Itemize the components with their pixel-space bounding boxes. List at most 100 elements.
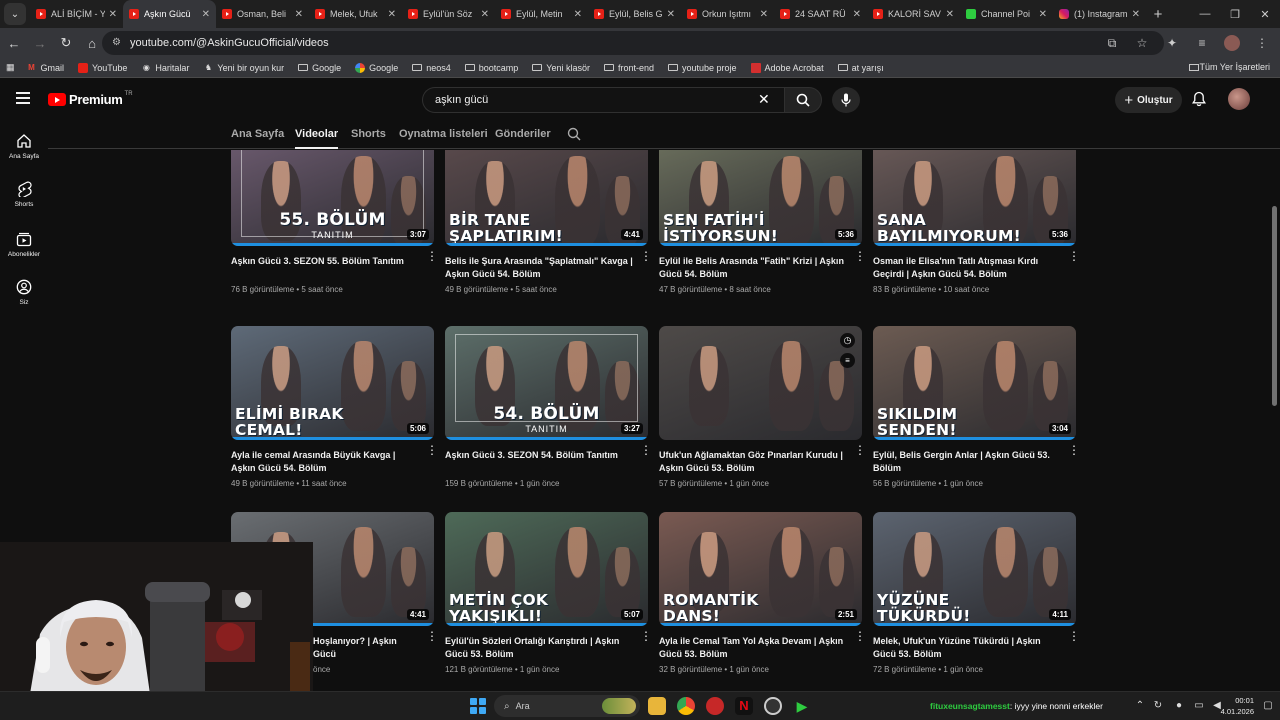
- video-thumbnail[interactable]: SEN FATİH'İ İSTİYORSUN! 5:36: [659, 150, 862, 246]
- tab-videos[interactable]: Videolar: [295, 128, 339, 149]
- browser-tab[interactable]: Orkun Işıtmı ✕: [681, 0, 774, 28]
- video-card[interactable]: BİR TANE ŞAPLATIRIM! 4:41 Belis ile Şura A…: [445, 150, 652, 294]
- hamburger-menu-icon[interactable]: [16, 92, 30, 104]
- bookmark-item[interactable]: Yeni klasör: [532, 63, 590, 73]
- bookmark-star-icon[interactable]: ☆: [1130, 31, 1154, 55]
- video-thumbnail[interactable]: ROMANTİK DANS! 2:51: [659, 512, 862, 626]
- add-to-queue-icon[interactable]: ≡: [840, 353, 855, 368]
- chrome-menu-icon[interactable]: ⋮: [1250, 31, 1274, 55]
- browser-tab[interactable]: Eylül, Metin ✕: [495, 0, 588, 28]
- bookmark-item[interactable]: front-end: [603, 63, 654, 73]
- obs-icon[interactable]: [764, 697, 782, 715]
- file-explorer-icon[interactable]: [648, 697, 666, 715]
- video-title[interactable]: Eylül, Belis Gergin Anlar | Aşkın Gücü 5…: [873, 449, 1061, 475]
- browser-tab[interactable]: Channel Poi ✕: [960, 0, 1053, 28]
- guide-item-you[interactable]: Siz: [0, 279, 48, 306]
- browser-tab[interactable]: Osman, Beli ✕: [216, 0, 309, 28]
- all-bookmarks-folder[interactable]: Tüm Yer İşaretleri: [1189, 62, 1270, 72]
- apps-grid-icon[interactable]: ▦: [6, 62, 15, 73]
- guide-item-subscriptions[interactable]: Abonelikler: [0, 231, 48, 258]
- video-card[interactable]: METİN ÇOK YAKIŞIKLI! 5:07 Eylül'ün Sözleri…: [445, 512, 652, 674]
- video-options-icon[interactable]: ⋮: [640, 444, 652, 456]
- close-tab-icon[interactable]: ✕: [1039, 9, 1047, 20]
- video-title[interactable]: Eylül ile Belis Arasında "Fatih" Krizi |…: [659, 255, 847, 281]
- browser-tab[interactable]: (1) Instagram ✕: [1053, 0, 1146, 28]
- video-options-icon[interactable]: ⋮: [640, 630, 652, 642]
- create-button[interactable]: + Oluştur: [1115, 87, 1182, 113]
- close-tab-icon[interactable]: ✕: [295, 9, 303, 20]
- guide-item-shorts[interactable]: Shorts: [0, 181, 48, 208]
- video-thumbnail[interactable]: YÜZÜNE TÜKÜRDÜ! 4:11: [873, 512, 1076, 626]
- windows-start-icon[interactable]: [470, 698, 486, 714]
- page-scrollbar[interactable]: [1270, 150, 1278, 680]
- install-app-icon[interactable]: ⧉: [1100, 31, 1124, 55]
- video-thumbnail[interactable]: SIKILDIM SENDEN! 3:04: [873, 326, 1076, 440]
- kick-app-icon[interactable]: ▶: [793, 697, 811, 715]
- video-card[interactable]: 55. BÖLÜM TANITIM 3:07 Aşkın Gücü 3. SEZON …: [231, 150, 438, 294]
- microphone-tray-icon[interactable]: ●: [1173, 700, 1185, 712]
- tab-shorts[interactable]: Shorts: [351, 128, 386, 140]
- voice-search-button[interactable]: [832, 87, 860, 113]
- close-window-icon[interactable]: ✕: [1250, 0, 1280, 28]
- bookmark-item[interactable]: neos4: [412, 63, 451, 73]
- guide-item-home[interactable]: Ana Sayfa: [0, 133, 48, 160]
- close-tab-icon[interactable]: ✕: [481, 9, 489, 20]
- site-info-icon[interactable]: ⚙: [112, 37, 124, 49]
- video-title[interactable]: Aşkın Gücü 3. SEZON 54. Bölüm Tanıtım: [445, 449, 633, 475]
- video-title[interactable]: Melek, Ufuk'un Yüzüne Tükürdü | Aşkın Gü…: [873, 635, 1061, 661]
- video-card[interactable]: SANA BAYILMIYORUM! 5:36 Osman ile Elisa'nı…: [873, 150, 1080, 294]
- video-options-icon[interactable]: ⋮: [426, 250, 438, 262]
- taskbar-search-box[interactable]: ⌕ Ara: [494, 695, 640, 717]
- reload-icon[interactable]: ↻: [54, 31, 78, 55]
- extensions-icon[interactable]: ✦: [1160, 31, 1184, 55]
- close-tab-icon[interactable]: ✕: [574, 9, 582, 20]
- browser-tab[interactable]: Eylül, Belis G ✕: [588, 0, 681, 28]
- close-tab-icon[interactable]: ✕: [946, 9, 954, 20]
- back-icon[interactable]: ←: [2, 31, 26, 55]
- video-card[interactable]: ELİMİ BIRAK CEMAL! 5:06 Ayla ile cemal Ara…: [231, 326, 438, 488]
- browser-tab[interactable]: Aşkın Gücü ✕: [123, 0, 216, 28]
- video-thumbnail[interactable]: 55. BÖLÜM TANITIM 3:07: [231, 150, 434, 246]
- video-card[interactable]: ROMANTİK DANS! 2:51 Ayla ile Cemal Tam Yol…: [659, 512, 866, 674]
- bookmark-item[interactable]: youtube proje: [668, 63, 737, 73]
- app-red-icon[interactable]: [706, 697, 724, 715]
- new-tab-button[interactable]: +: [1146, 6, 1170, 23]
- search-input[interactable]: aşkın gücü: [422, 87, 786, 113]
- video-thumbnail[interactable]: BİR TANE ŞAPLATIRIM! 4:41: [445, 150, 648, 246]
- video-card[interactable]: ◷ ≡ Ufuk'un Ağlamaktan Göz Pınarları Kurud…: [659, 326, 866, 488]
- forward-icon[interactable]: →: [28, 31, 52, 55]
- tab-search-menu-button[interactable]: ⌄: [4, 3, 26, 25]
- bookmark-item[interactable]: M Gmail: [27, 63, 64, 73]
- video-options-icon[interactable]: ⋮: [426, 444, 438, 456]
- video-options-icon[interactable]: ⋮: [1068, 630, 1080, 642]
- video-options-icon[interactable]: ⋮: [854, 630, 866, 642]
- search-button[interactable]: [784, 87, 822, 113]
- video-title[interactable]: Ayla ile cemal Arasında Büyük Kavga | Aş…: [231, 449, 419, 475]
- video-options-icon[interactable]: ⋮: [426, 630, 438, 642]
- bookmark-item[interactable]: Adobe Acrobat: [750, 62, 824, 73]
- video-options-icon[interactable]: ⋮: [640, 250, 652, 262]
- video-card[interactable]: SIKILDIM SENDEN! 3:04 Eylül, Belis Gergin …: [873, 326, 1080, 488]
- bookmark-item[interactable]: YouTube: [78, 62, 127, 73]
- network-icon[interactable]: ▭: [1193, 700, 1205, 712]
- youtube-premium-logo[interactable]: Premium TR: [48, 91, 133, 107]
- notifications-bell-icon[interactable]: [1192, 91, 1206, 107]
- sync-icon[interactable]: ↻: [1152, 700, 1164, 712]
- tab-home[interactable]: Ana Sayfa: [231, 128, 284, 140]
- profile-avatar[interactable]: [1220, 31, 1244, 55]
- video-thumbnail[interactable]: ELİMİ BIRAK CEMAL! 5:06: [231, 326, 434, 440]
- tray-chevron-icon[interactable]: ⌃: [1134, 700, 1146, 712]
- close-tab-icon[interactable]: ✕: [109, 9, 117, 20]
- netflix-icon[interactable]: N: [735, 697, 753, 715]
- system-clock[interactable]: 00:01 4.01.2026: [1221, 695, 1254, 717]
- video-title[interactable]: Ayla ile Cemal Tam Yol Aşka Devam | Aşkı…: [659, 635, 847, 661]
- bookmark-item[interactable]: Google: [298, 63, 341, 73]
- minimize-icon[interactable]: —: [1190, 0, 1220, 28]
- video-card[interactable]: SEN FATİH'İ İSTİYORSUN! 5:36 Eylül ile Bel…: [659, 150, 866, 294]
- video-title[interactable]: Ufuk'un Ağlamaktan Göz Pınarları Kurudu …: [659, 449, 847, 475]
- browser-tab[interactable]: Eylül'ün Söz ✕: [402, 0, 495, 28]
- restore-icon[interactable]: ❐: [1220, 0, 1250, 28]
- close-tab-icon[interactable]: ✕: [667, 9, 675, 20]
- clear-search-icon[interactable]: ✕: [758, 91, 770, 108]
- video-options-icon[interactable]: ⋮: [854, 250, 866, 262]
